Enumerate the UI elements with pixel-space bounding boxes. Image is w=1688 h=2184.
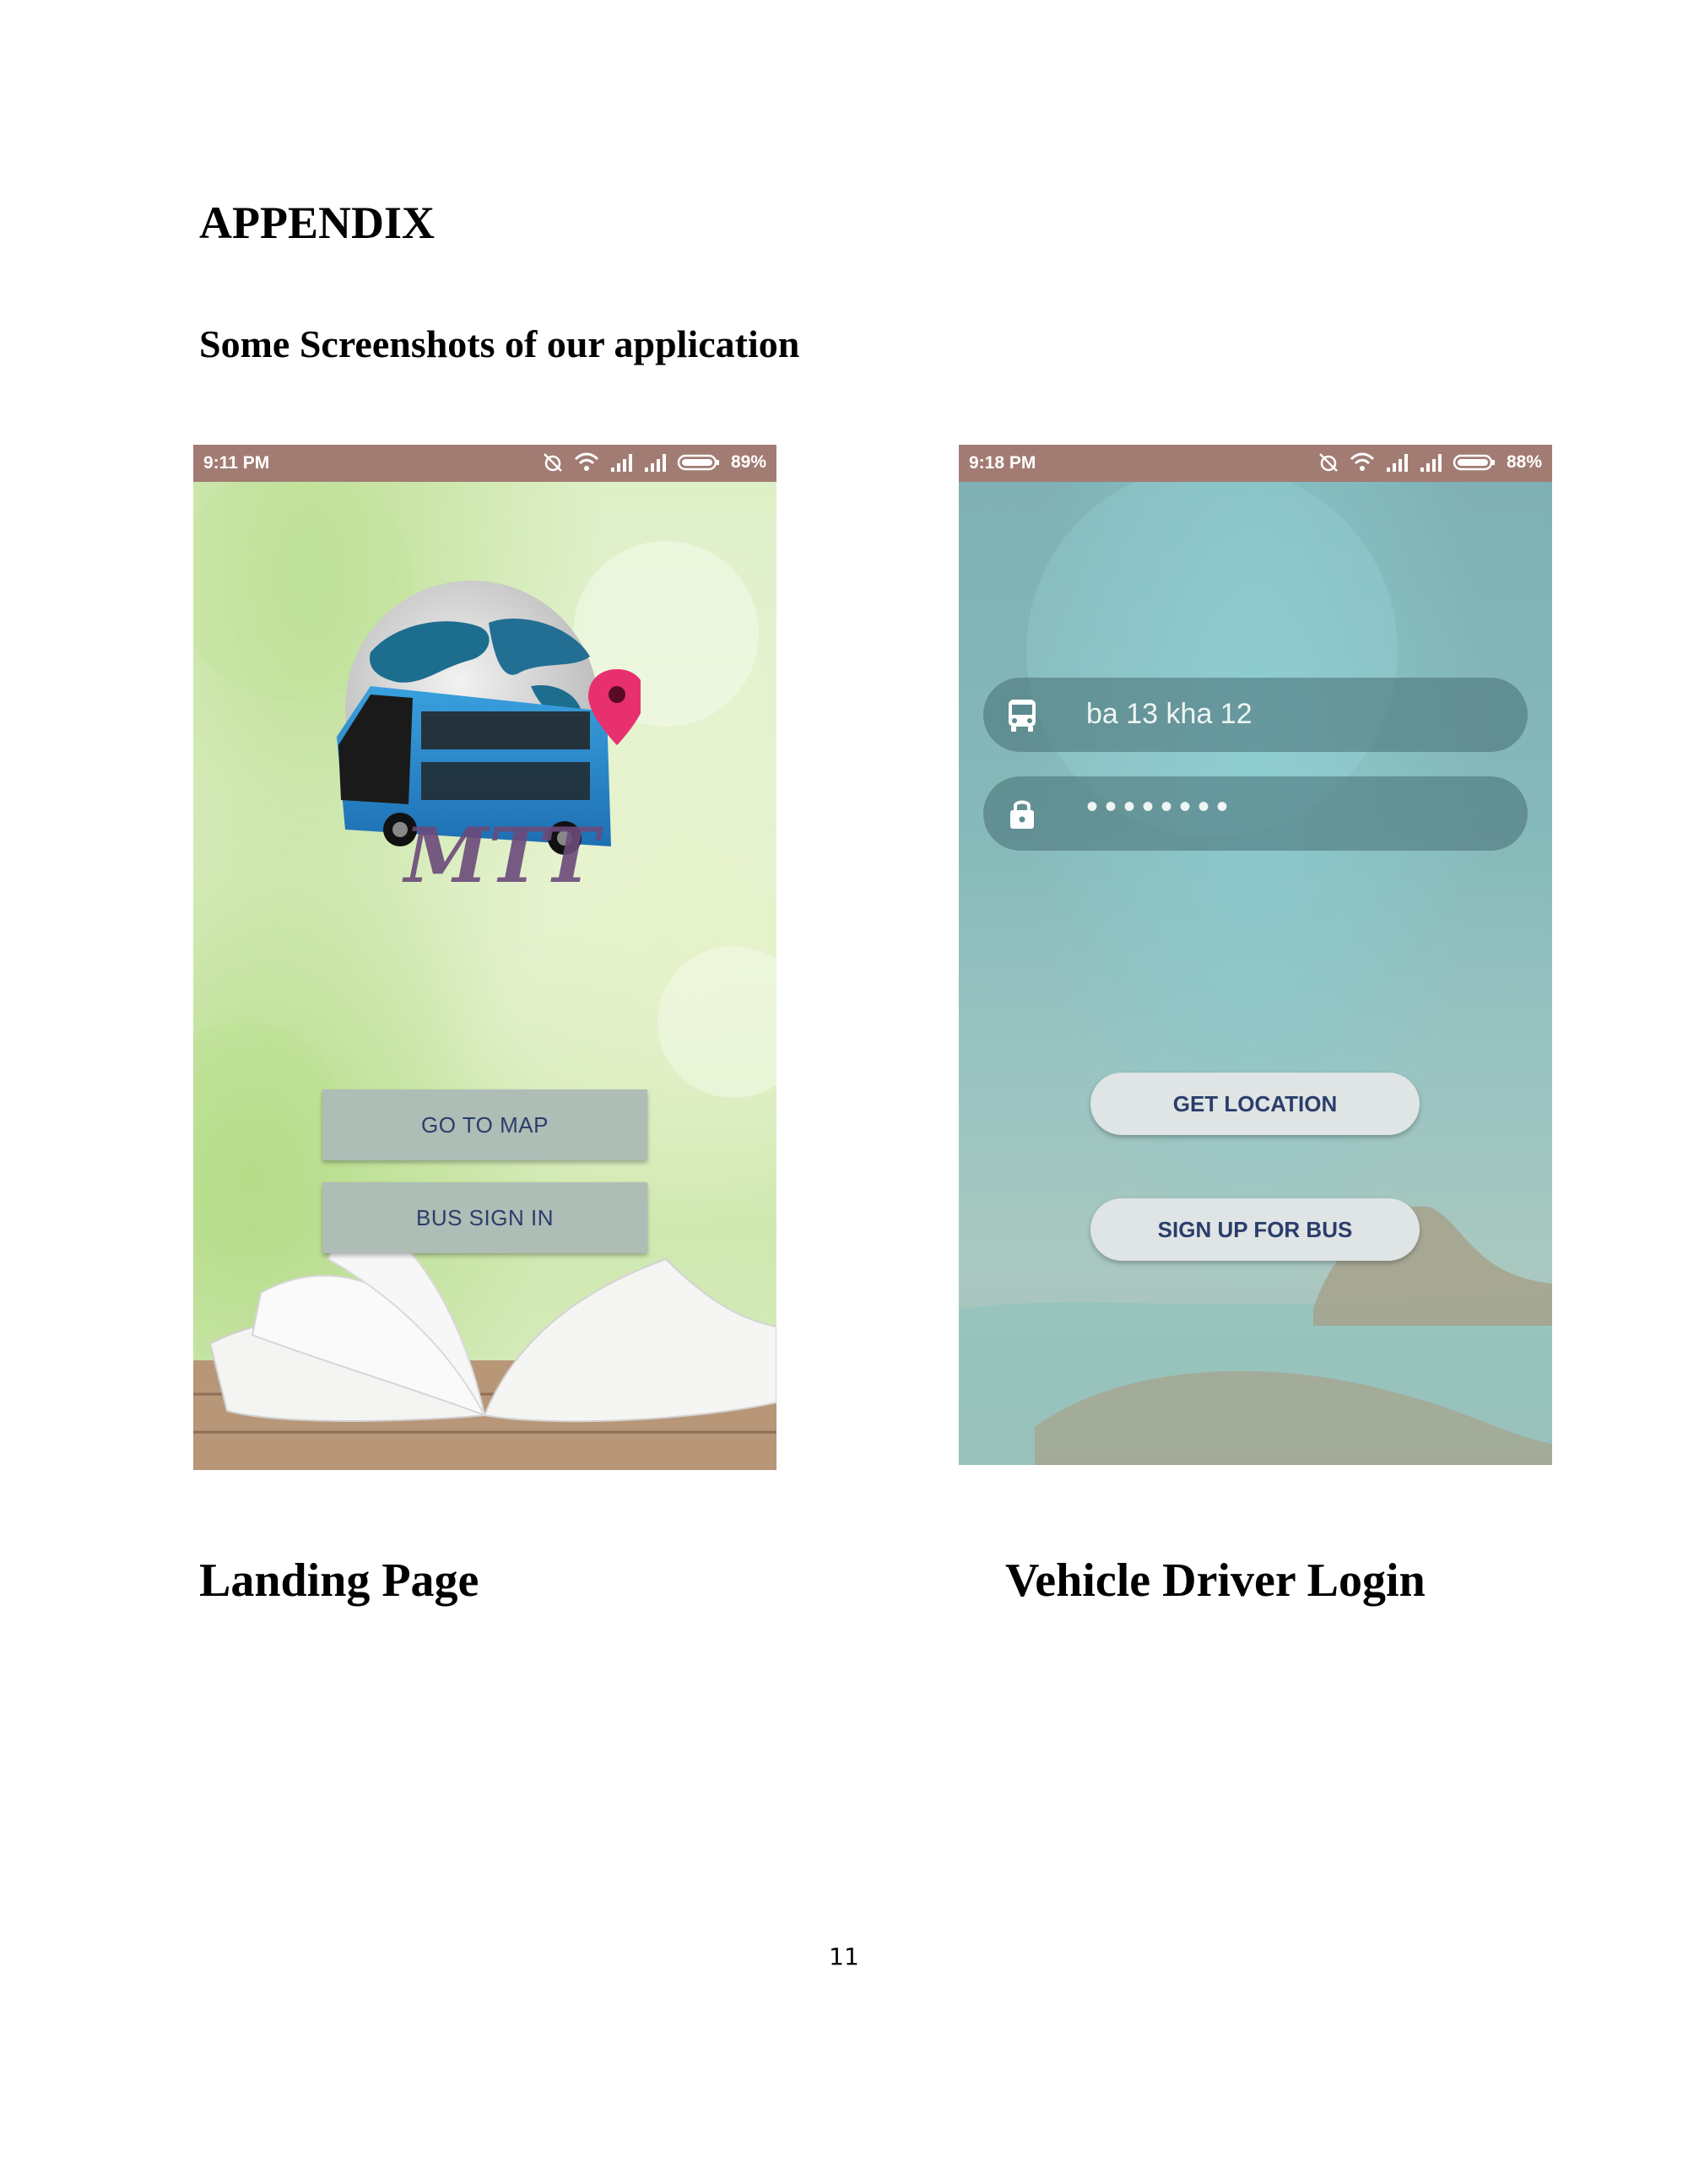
- no-alarm-icon: [544, 453, 562, 472]
- page-number: 11: [829, 1943, 859, 1970]
- wifi-icon: [1350, 452, 1375, 471]
- seaside-background-image: [959, 482, 1552, 1465]
- screenshots-subheading: Some Screenshots of our application: [199, 322, 800, 365]
- status-bar: 9:18 PM 88%: [959, 445, 1552, 482]
- signal-icon: [610, 454, 632, 472]
- landing-page-caption: Landing Page: [199, 1554, 479, 1607]
- signal-icon: [644, 454, 666, 472]
- appendix-heading: APPENDIX: [199, 197, 435, 248]
- no-alarm-icon: [1319, 453, 1338, 472]
- landing-screenshot: MTT GO TO MAP BUS SIGN IN 9:11 PM 89%: [193, 445, 776, 1470]
- get-location-button[interactable]: GET LOCATION: [1090, 1073, 1420, 1135]
- battery-icon: [677, 454, 719, 471]
- driver-login-caption: Vehicle Driver Login: [1005, 1554, 1426, 1607]
- driver-background: ba 13 kha 12 •••••••• GET LOCATION SIGN …: [959, 482, 1552, 1465]
- battery-percentage: 88%: [1506, 452, 1542, 472]
- signal-icon: [1420, 454, 1442, 472]
- status-time: 9:11 PM: [203, 453, 270, 473]
- wifi-icon: [574, 452, 599, 471]
- status-time: 9:18 PM: [969, 453, 1036, 473]
- signal-icon: [1386, 454, 1408, 472]
- status-bar: 9:11 PM 89%: [193, 445, 776, 482]
- mtt-logo-text: MTT: [402, 811, 603, 897]
- bus-icon: [1009, 700, 1036, 732]
- mtt-logo: MTT: [337, 581, 641, 897]
- go-to-map-button[interactable]: GO TO MAP: [322, 1089, 647, 1160]
- driver-login-screenshot: ba 13 kha 12 •••••••• GET LOCATION SIGN …: [959, 445, 1552, 1465]
- battery-percentage: 89%: [730, 452, 766, 472]
- lock-icon: [1010, 800, 1034, 829]
- bus-sign-in-button[interactable]: BUS SIGN IN: [322, 1182, 647, 1253]
- password-field[interactable]: ••••••••: [983, 776, 1528, 851]
- sign-up-for-bus-button[interactable]: SIGN UP FOR BUS: [1090, 1198, 1420, 1261]
- vehicle-number-value: ba 13 kha 12: [1086, 698, 1252, 730]
- vehicle-number-field[interactable]: ba 13 kha 12: [983, 678, 1528, 752]
- battery-icon: [1453, 454, 1495, 471]
- landing-background: MTT GO TO MAP BUS SIGN IN: [193, 482, 776, 1470]
- password-value: ••••••••: [1086, 788, 1236, 825]
